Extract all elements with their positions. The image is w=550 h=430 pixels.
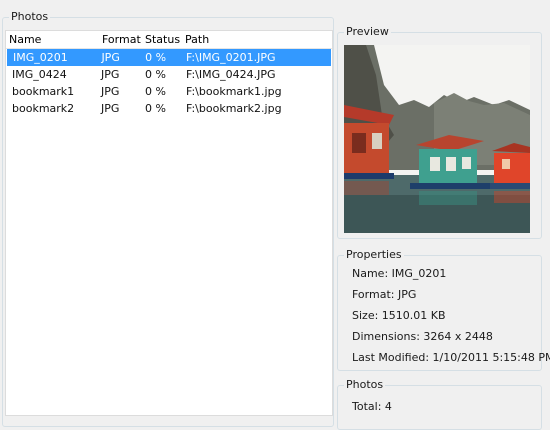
- column-header-name[interactable]: Name: [6, 31, 99, 48]
- preview-groupbox: Preview: [337, 25, 542, 239]
- property-format: Format: JPG: [352, 288, 417, 301]
- row-status: 0 %: [145, 85, 166, 98]
- row-format: JPG: [101, 102, 120, 115]
- row-status: 0 %: [145, 102, 166, 115]
- photo-list[interactable]: Name Format Status Path IMG_0201 JPG 0 %…: [5, 30, 333, 416]
- row-format: JPG: [101, 51, 120, 64]
- stats-groupbox: Photos Total: 4: [337, 378, 542, 430]
- row-name: bookmark2: [12, 102, 75, 115]
- properties-groupbox: Properties Name: IMG_0201 Format: JPG Si…: [337, 248, 550, 371]
- row-name: IMG_0424: [12, 68, 67, 81]
- row-name: IMG_0201: [13, 51, 68, 64]
- preview-image: [344, 45, 530, 233]
- row-name: bookmark1: [12, 85, 75, 98]
- list-header: Name Format Status Path: [6, 31, 332, 49]
- column-header-format[interactable]: Format: [99, 31, 142, 48]
- row-format: JPG: [101, 68, 120, 81]
- row-format: JPG: [101, 85, 120, 98]
- stats-total: Total: 4: [352, 400, 392, 413]
- stats-group-title: Photos: [344, 378, 386, 392]
- properties-group-title: Properties: [344, 248, 404, 262]
- property-size: Size: 1510.01 KB: [352, 309, 446, 322]
- row-path: F:\bookmark2.jpg: [186, 102, 282, 115]
- table-row[interactable]: bookmark1 JPG 0 % F:\bookmark1.jpg: [6, 83, 332, 100]
- column-header-status[interactable]: Status: [142, 31, 182, 48]
- photos-group-title: Photos: [9, 10, 51, 24]
- table-row[interactable]: IMG_0201 JPG 0 % F:\IMG_0201.JPG: [7, 49, 331, 66]
- property-last-modified: Last Modified: 1/10/2011 5:15:48 PM: [352, 351, 550, 364]
- column-header-path[interactable]: Path: [182, 31, 332, 48]
- row-status: 0 %: [145, 51, 167, 64]
- table-row[interactable]: bookmark2 JPG 0 % F:\bookmark2.jpg: [6, 100, 332, 117]
- preview-group-title: Preview: [344, 25, 391, 39]
- table-row[interactable]: IMG_0424 JPG 0 % F:\IMG_0424.JPG: [6, 66, 332, 83]
- row-status: 0 %: [145, 68, 166, 81]
- preview-photo-graphic: [344, 45, 530, 233]
- row-path: F:\IMG_0201.JPG: [185, 51, 276, 64]
- property-name: Name: IMG_0201: [352, 267, 447, 280]
- row-path: F:\IMG_0424.JPG: [186, 68, 276, 81]
- row-path: F:\bookmark1.jpg: [186, 85, 282, 98]
- property-dimensions: Dimensions: 3264 x 2448: [352, 330, 493, 343]
